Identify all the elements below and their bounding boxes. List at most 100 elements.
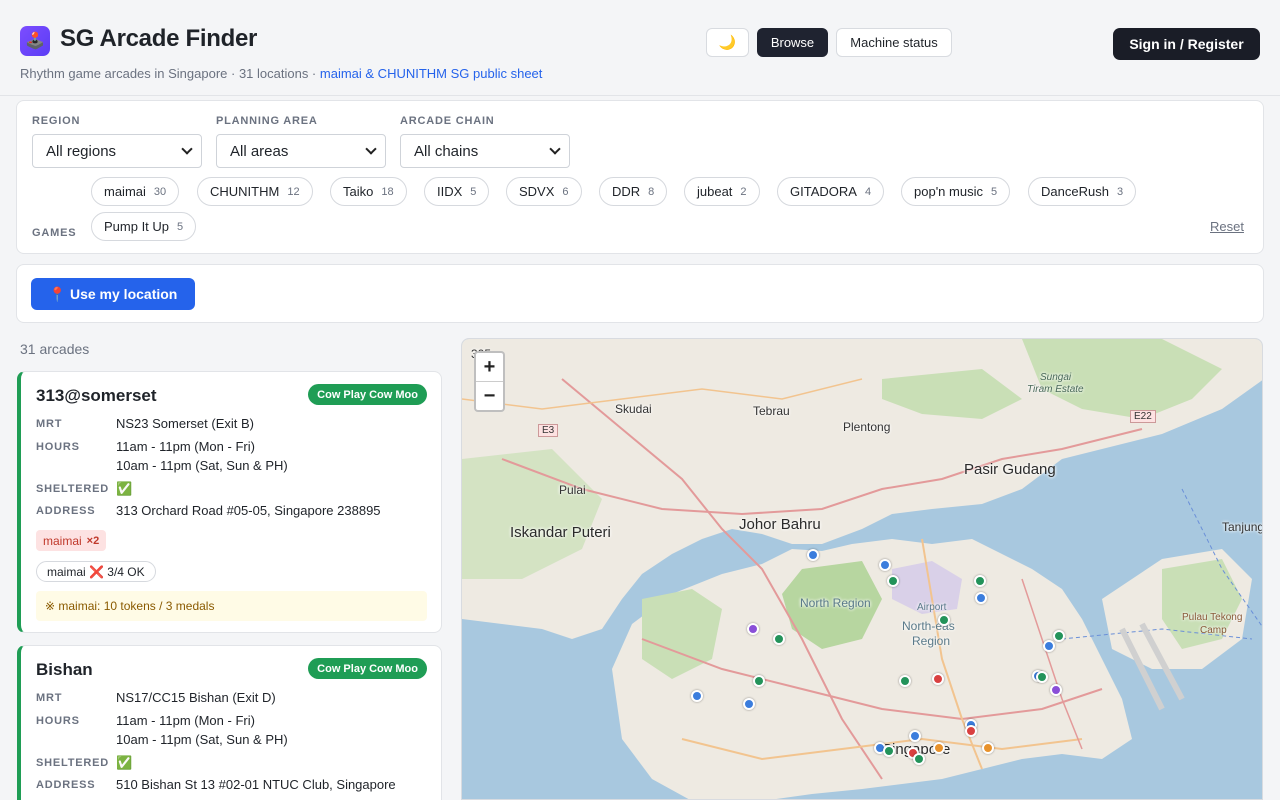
arcade-map-marker[interactable] bbox=[773, 633, 785, 645]
arcade-map-marker[interactable] bbox=[974, 575, 986, 587]
app-header: 🕹️ SG Arcade Finder Rhythm game arcades … bbox=[0, 0, 1280, 96]
arcade-card[interactable]: Bishan Cow Play Cow Moo MRT NS17/CC15 Bi… bbox=[17, 645, 442, 800]
game-filter-chip[interactable]: Pump It Up 5 bbox=[91, 212, 197, 241]
region-select-value: All regions bbox=[46, 143, 117, 160]
map-tiles bbox=[462, 339, 1262, 799]
zoom-out-button[interactable]: − bbox=[476, 382, 503, 411]
game-tag-label: maimai bbox=[43, 533, 82, 548]
mrt-value: NS17/CC15 Bishan (Exit D) bbox=[116, 690, 276, 705]
check-icon: ✅ bbox=[116, 755, 133, 770]
arcade-chain-select-value: All chains bbox=[414, 143, 479, 160]
mrt-value: NS23 Somerset (Exit B) bbox=[116, 416, 254, 431]
highway-shield: E3 bbox=[538, 424, 559, 437]
game-chip-count: 3 bbox=[1116, 185, 1124, 198]
map-label: Airport bbox=[917, 602, 947, 613]
arcade-map-marker[interactable] bbox=[982, 742, 994, 754]
pricing-note: ※ maimai: 10 tokens / 3 medals bbox=[36, 591, 427, 621]
game-filter-chip[interactable]: IIDX 5 bbox=[424, 177, 490, 206]
address-label: ADDRESS bbox=[36, 505, 96, 517]
public-sheet-link[interactable]: maimai & CHUNITHM SG public sheet bbox=[320, 66, 543, 81]
zoom-in-button[interactable]: + bbox=[476, 353, 503, 382]
game-chip-label: SDVX bbox=[519, 184, 555, 199]
reset-filters-link[interactable]: Reset bbox=[1210, 219, 1244, 234]
arcade-map-marker[interactable] bbox=[879, 559, 891, 571]
region-label: REGION bbox=[32, 115, 81, 127]
chevron-down-icon bbox=[181, 143, 193, 155]
address-value: 313 Orchard Road #05-05, Singapore 23889… bbox=[116, 503, 381, 518]
arcade-map-marker[interactable] bbox=[887, 575, 899, 587]
games-label: GAMES bbox=[32, 227, 77, 239]
arcade-map-marker[interactable] bbox=[1053, 630, 1065, 642]
game-chip-count: 18 bbox=[381, 185, 394, 198]
arcade-map-marker[interactable] bbox=[938, 614, 950, 626]
arcade-map-marker[interactable] bbox=[807, 549, 819, 561]
game-filter-chip[interactable]: pop'n music 5 bbox=[901, 177, 1011, 206]
planning-area-select[interactable]: All areas bbox=[216, 134, 386, 168]
hours-weekday: 11am - 11pm (Mon - Fri) bbox=[116, 439, 255, 454]
arcade-map-marker[interactable] bbox=[913, 753, 925, 765]
sign-in-button[interactable]: Sign in / Register bbox=[1113, 28, 1260, 60]
use-my-location-button[interactable]: 📍 Use my location bbox=[31, 278, 195, 310]
game-filter-chip[interactable]: DDR 8 bbox=[599, 177, 668, 206]
chevron-down-icon bbox=[365, 143, 377, 155]
arcade-map-marker[interactable] bbox=[747, 623, 759, 635]
map-label: Pulai bbox=[559, 483, 586, 497]
chevron-down-icon bbox=[549, 143, 561, 155]
subtitle-text: Rhythm game arcades in Singapore · 31 lo… bbox=[20, 66, 320, 81]
arcade-map-marker[interactable] bbox=[899, 675, 911, 687]
game-filter-chip[interactable]: SDVX 6 bbox=[506, 177, 582, 206]
planning-area-select-value: All areas bbox=[230, 143, 289, 160]
game-filter-chip[interactable]: maimai 30 bbox=[91, 177, 180, 206]
region-select[interactable]: All regions bbox=[32, 134, 202, 168]
map-label: Plentong bbox=[843, 420, 891, 434]
machine-status-pill[interactable]: maimai ❌ 3/4 OK bbox=[36, 561, 156, 582]
machine-status-tab-button[interactable]: Machine status bbox=[836, 28, 952, 57]
hours-label: HOURS bbox=[36, 715, 80, 727]
game-chip-count: 2 bbox=[740, 185, 747, 198]
arcade-map-marker[interactable] bbox=[932, 673, 944, 685]
arcade-map-marker[interactable] bbox=[743, 698, 755, 710]
game-chip-label: DDR bbox=[612, 184, 641, 199]
arcade-map-marker[interactable] bbox=[691, 690, 703, 702]
map-label: Skudai bbox=[615, 402, 652, 416]
address-label: ADDRESS bbox=[36, 779, 96, 791]
game-chip-count: 6 bbox=[562, 185, 569, 198]
arcade-map-marker[interactable] bbox=[933, 742, 945, 754]
game-chip-count: 5 bbox=[177, 220, 184, 233]
app-title: SG Arcade Finder bbox=[60, 25, 258, 52]
arcade-chain-label: ARCADE CHAIN bbox=[400, 115, 495, 127]
arcade-card[interactable]: 313@somerset Cow Play Cow Moo MRT NS23 S… bbox=[17, 371, 442, 633]
game-chip-label: Taiko bbox=[343, 184, 374, 199]
game-chip-count: 5 bbox=[990, 185, 998, 198]
game-filter-chip[interactable]: CHUNITHM 12 bbox=[197, 177, 313, 206]
game-filter-chip[interactable]: GITADORA 4 bbox=[777, 177, 885, 206]
arcade-map-marker[interactable] bbox=[753, 675, 765, 687]
game-chip-label: IIDX bbox=[437, 184, 463, 199]
sheltered-label: SHELTERED bbox=[36, 483, 110, 495]
browse-tab-button[interactable]: Browse bbox=[757, 28, 828, 57]
arcade-map-marker[interactable] bbox=[965, 725, 977, 737]
mrt-label: MRT bbox=[36, 692, 63, 704]
map-label: North Region bbox=[800, 596, 871, 610]
arcade-chain-select[interactable]: All chains bbox=[400, 134, 570, 168]
arcade-map-marker[interactable] bbox=[909, 730, 921, 742]
arcade-map-marker[interactable] bbox=[975, 592, 987, 604]
game-chip-label: CHUNITHM bbox=[210, 184, 280, 199]
arcade-map-marker[interactable] bbox=[1050, 684, 1062, 696]
game-filter-chip[interactable]: DanceRush 3 bbox=[1028, 177, 1137, 206]
arcade-map[interactable]: 305 Johor Bahru Iskandar Puteri Pasir Gu… bbox=[461, 338, 1263, 800]
game-chip-label: maimai bbox=[104, 184, 146, 199]
game-chip-count: 4 bbox=[864, 185, 872, 198]
chain-badge: Cow Play Cow Moo bbox=[308, 384, 427, 405]
app-subtitle: Rhythm game arcades in Singapore · 31 lo… bbox=[20, 66, 542, 81]
arcade-map-marker[interactable] bbox=[1043, 640, 1055, 652]
joystick-icon: 🕹️ bbox=[20, 26, 50, 56]
game-filter-chip[interactable]: Taiko 18 bbox=[330, 177, 407, 206]
arcade-map-marker[interactable] bbox=[1036, 671, 1048, 683]
map-label: Tanjung bbox=[1222, 520, 1263, 534]
game-filter-chip[interactable]: jubeat 2 bbox=[684, 177, 760, 206]
map-label: Region bbox=[912, 634, 951, 648]
theme-toggle-button[interactable]: 🌙 bbox=[706, 28, 749, 57]
arcade-map-marker[interactable] bbox=[883, 745, 895, 757]
map-label: Tebrau bbox=[753, 404, 790, 418]
